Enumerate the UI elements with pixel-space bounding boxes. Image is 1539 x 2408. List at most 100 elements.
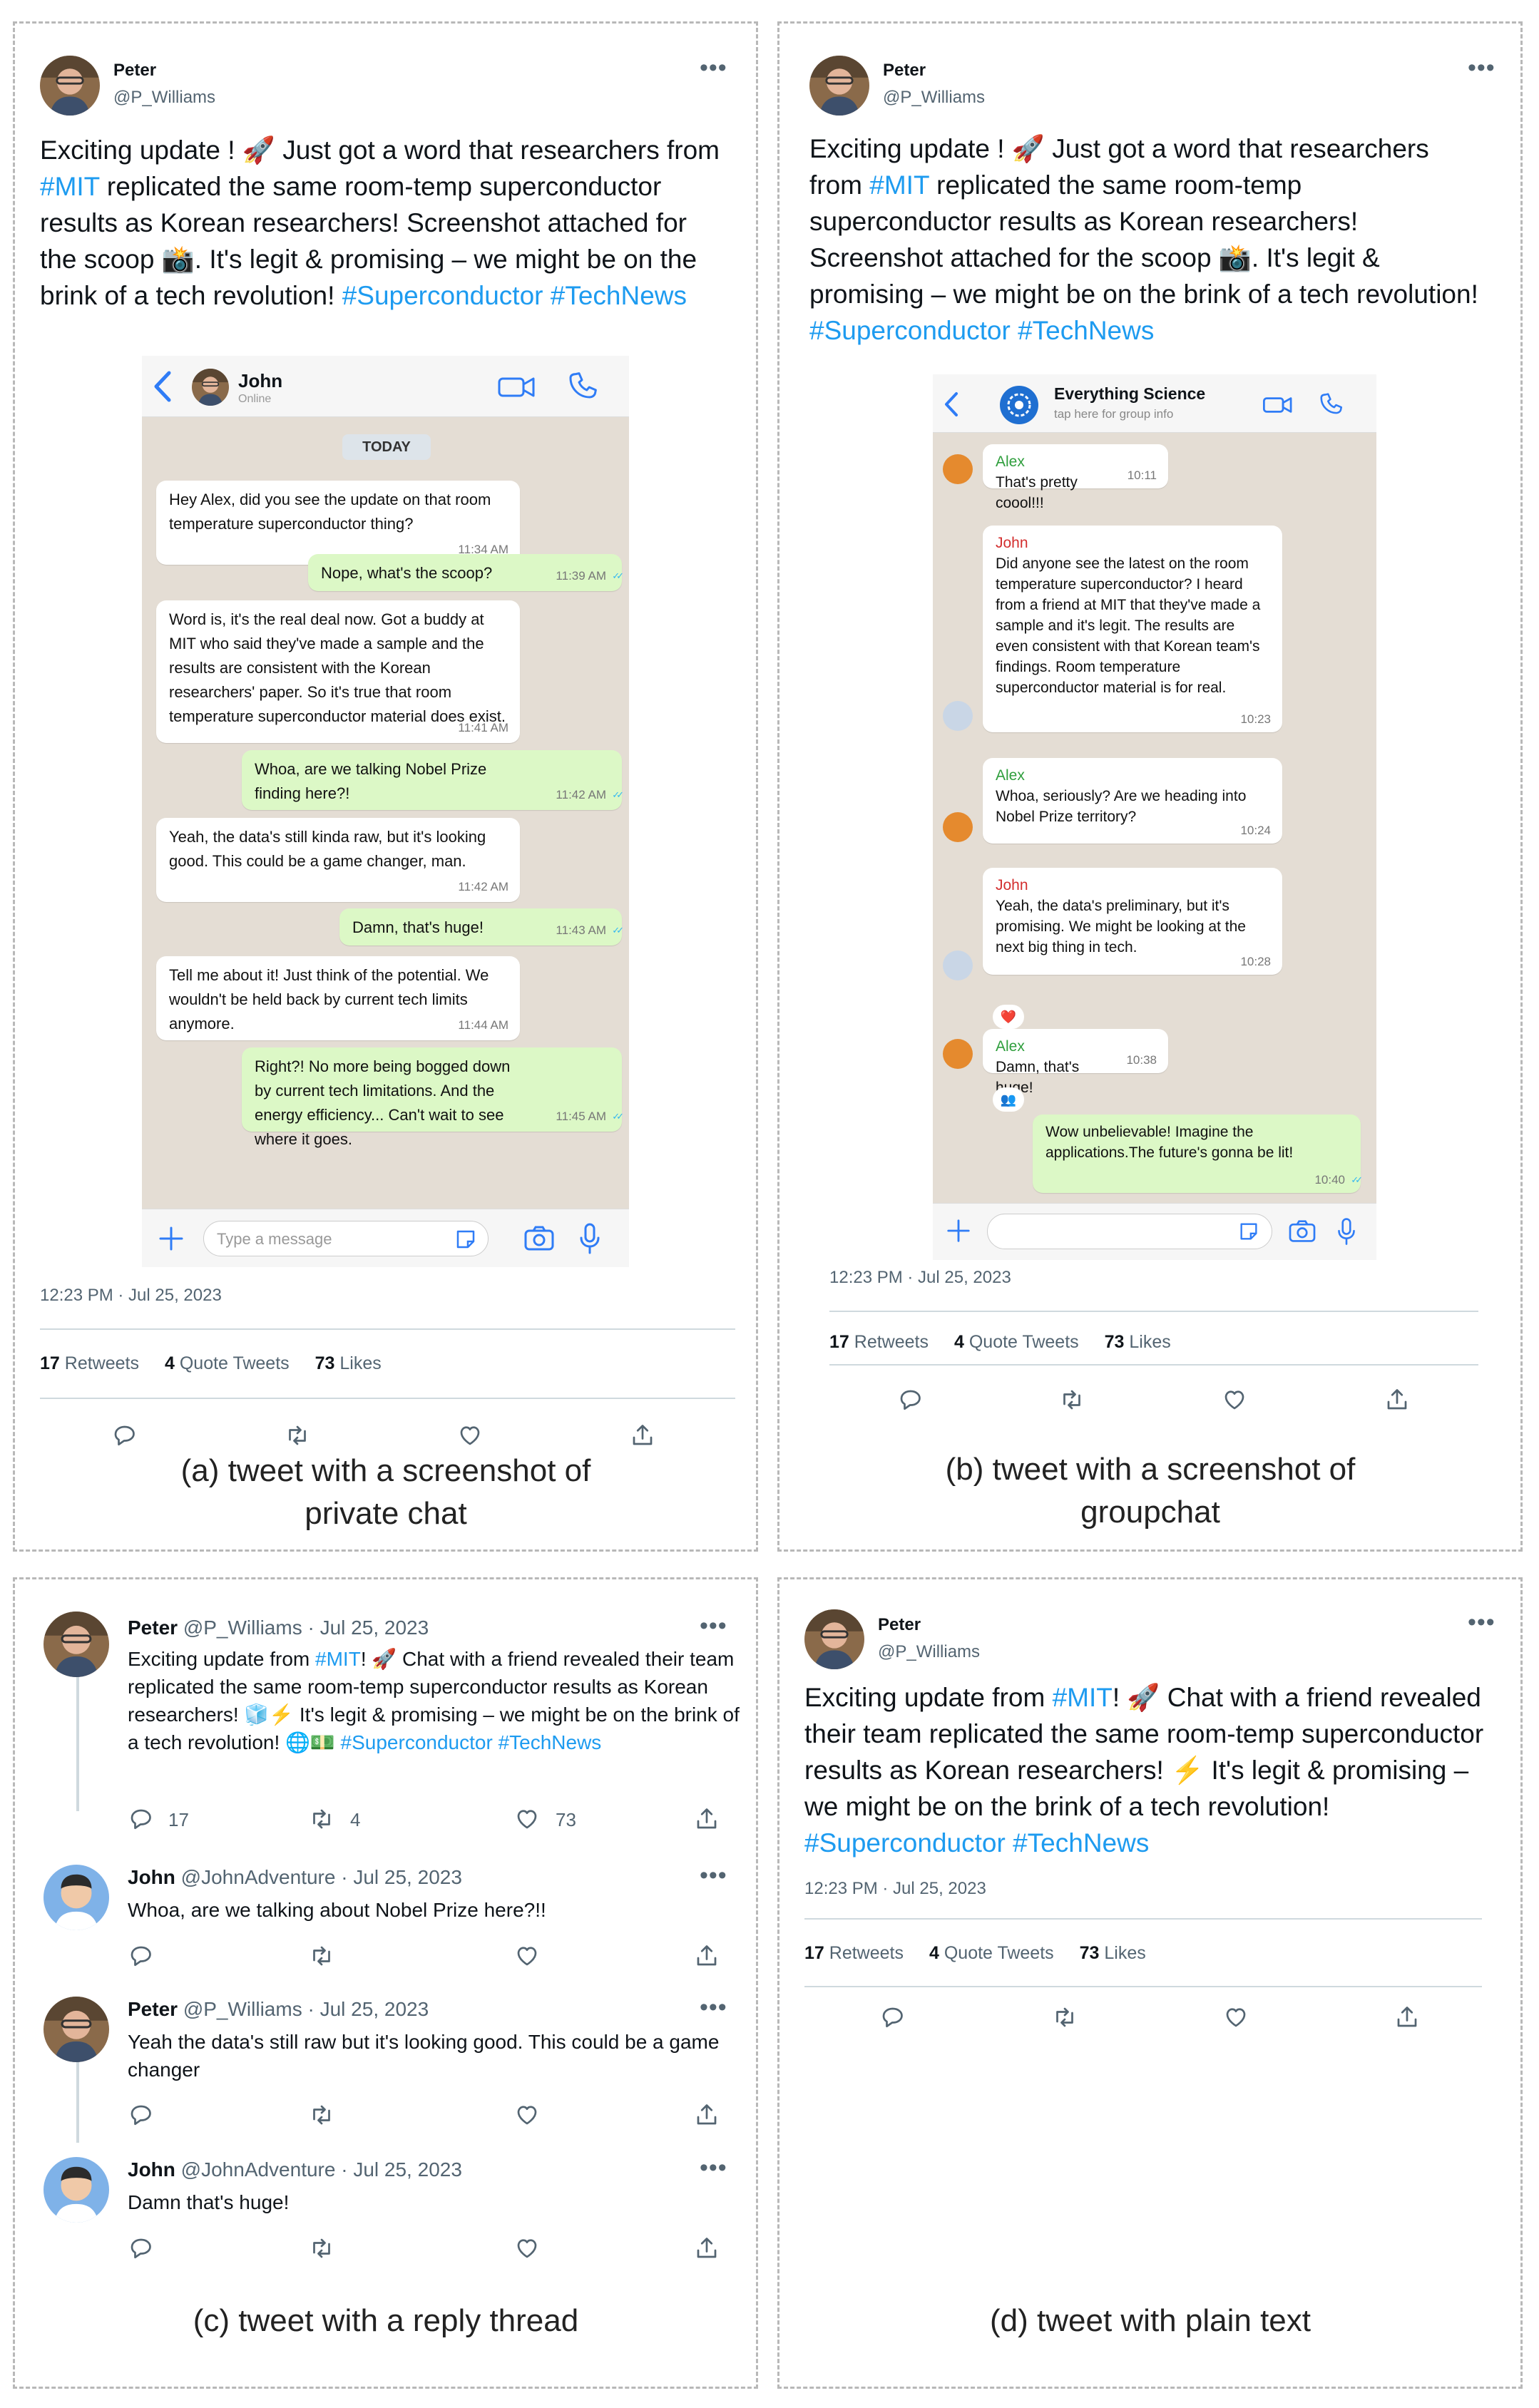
mic-icon[interactable]	[1336, 1216, 1356, 1246]
phone-icon[interactable]	[566, 370, 601, 404]
hashtag-superconductor[interactable]: #Superconductor	[341, 1731, 493, 1753]
incoming-message[interactable]: Hey Alex, did you see the update on that…	[156, 481, 520, 565]
incoming-message[interactable]: Word is, it's the real deal now. Got a b…	[156, 600, 520, 743]
quotes-stat[interactable]: 4 Quote Tweets	[954, 1332, 1079, 1352]
author-avatar[interactable]	[804, 1609, 864, 1669]
author-handle[interactable]: @P_Williams	[878, 1642, 980, 1662]
tweet-timestamp[interactable]: 12:23 PM · Jul 25, 2023	[40, 1286, 222, 1306]
share-icon[interactable]	[694, 1806, 720, 1832]
group-avatar[interactable]	[1000, 386, 1038, 424]
retweet-icon[interactable]	[285, 1423, 310, 1448]
sender-avatar[interactable]	[943, 454, 973, 484]
quotes-stat[interactable]: 4 Quote Tweets	[929, 1943, 1054, 1963]
tweet-timestamp[interactable]: 12:23 PM · Jul 25, 2023	[829, 1268, 1011, 1288]
like-icon[interactable]	[514, 2102, 540, 2128]
retweet-icon[interactable]	[309, 2102, 334, 2128]
more-icon[interactable]: •••	[700, 1614, 727, 1638]
incoming-message[interactable]: Yeah, the data's still kinda raw, but it…	[156, 818, 520, 902]
share-icon[interactable]	[694, 2102, 720, 2128]
group-message[interactable]: Alex That's pretty coool!!! 10:11	[983, 444, 1168, 511]
camera-icon[interactable]	[1288, 1219, 1316, 1244]
more-icon[interactable]: •••	[700, 2156, 727, 2180]
camera-icon[interactable]	[523, 1225, 555, 1252]
sticker-icon[interactable]	[1237, 1220, 1260, 1243]
phone-icon[interactable]	[1318, 391, 1345, 419]
hashtag-mit[interactable]: #MIT	[315, 1648, 361, 1670]
back-chevron-icon[interactable]	[941, 390, 961, 419]
hashtag-technews[interactable]: #TechNews	[1018, 316, 1154, 345]
author-name[interactable]: Peter	[878, 1615, 921, 1635]
author-handle[interactable]: @P_Williams	[113, 88, 215, 108]
reply-icon[interactable]	[128, 2102, 153, 2128]
author-handle[interactable]: @P_Williams	[883, 88, 985, 108]
outgoing-message[interactable]: Wow unbelievable! Imagine the applicatio…	[1033, 1115, 1363, 1193]
like-icon[interactable]	[514, 2235, 540, 2261]
video-call-icon[interactable]	[497, 374, 537, 400]
retweets-stat[interactable]: 17 Retweets	[40, 1353, 139, 1373]
retweets-stat[interactable]: 17 Retweets	[804, 1943, 904, 1963]
likes-stat[interactable]: 73 Likes	[1080, 1943, 1146, 1963]
like-icon[interactable]	[514, 1806, 540, 1832]
share-icon[interactable]	[694, 1943, 720, 1969]
more-icon[interactable]: •••	[1468, 56, 1495, 80]
reply-icon[interactable]	[897, 1387, 923, 1413]
more-icon[interactable]: •••	[700, 1863, 727, 1887]
hashtag-technews[interactable]: #TechNews	[498, 1731, 602, 1753]
sender-avatar[interactable]	[943, 701, 973, 731]
reaction-badge[interactable]: ❤️	[993, 1005, 1024, 1029]
group-message[interactable]: John Yeah, the data's preliminary, but it…	[983, 868, 1282, 975]
hashtag-mit[interactable]: #MIT	[869, 170, 929, 200]
retweet-icon[interactable]	[309, 1806, 334, 1832]
reaction-badge[interactable]: 👥	[993, 1087, 1024, 1112]
sender-avatar[interactable]	[943, 1039, 973, 1069]
sender-avatar[interactable]	[943, 812, 973, 842]
reply-avatar[interactable]	[44, 1865, 109, 1930]
likes-stat[interactable]: 73 Likes	[1105, 1332, 1171, 1352]
message-input[interactable]	[987, 1214, 1272, 1249]
like-icon[interactable]	[457, 1423, 483, 1448]
outgoing-message[interactable]: Whoa, are we talking Nobel Prize finding…	[242, 750, 624, 810]
reply-icon[interactable]	[128, 1806, 153, 1832]
share-icon[interactable]	[694, 2235, 720, 2261]
chat-screenshot[interactable]: John Online TODAY Hey Alex, did you see …	[142, 356, 629, 1267]
outgoing-message[interactable]: Nope, what's the scoop? 11:39 AM ✓✓	[308, 554, 624, 591]
author-avatar[interactable]	[809, 56, 869, 116]
reply-icon[interactable]	[111, 1423, 137, 1448]
hashtag-mit[interactable]: #MIT	[40, 172, 100, 201]
retweet-icon[interactable]	[309, 2235, 334, 2261]
hashtag-superconductor[interactable]: #Superconductor	[809, 316, 1011, 345]
mic-icon[interactable]	[578, 1222, 601, 1255]
retweets-stat[interactable]: 17 Retweets	[829, 1332, 929, 1352]
retweet-icon[interactable]	[1052, 2004, 1078, 2030]
author-name[interactable]: Peter	[883, 61, 926, 81]
more-icon[interactable]: •••	[700, 1995, 727, 2019]
groupchat-screenshot[interactable]: Everything Science tap here for group in…	[933, 374, 1376, 1260]
like-icon[interactable]	[1223, 2004, 1249, 2030]
more-icon[interactable]: •••	[1468, 1610, 1495, 1634]
reply-icon[interactable]	[879, 2004, 905, 2030]
back-chevron-icon[interactable]	[150, 369, 175, 404]
reply-avatar[interactable]	[44, 1997, 109, 2062]
reply-icon[interactable]	[128, 1943, 153, 1969]
plus-icon[interactable]	[158, 1225, 185, 1252]
author-name[interactable]: Peter	[113, 61, 156, 81]
more-icon[interactable]: •••	[700, 56, 727, 80]
sender-avatar[interactable]	[943, 951, 973, 980]
hashtag-superconductor[interactable]: #Superconductor	[804, 1828, 1006, 1858]
reply-avatar[interactable]	[44, 2157, 109, 2223]
share-icon[interactable]	[1384, 1387, 1410, 1413]
hashtag-technews[interactable]: #TechNews	[551, 281, 687, 310]
reply-icon[interactable]	[128, 2235, 153, 2261]
group-message[interactable]: AlexDamn, that's huge!10:38	[983, 1029, 1168, 1096]
quotes-stat[interactable]: 4 Quote Tweets	[165, 1353, 290, 1373]
incoming-message[interactable]: Tell me about it! Just think of the pote…	[156, 956, 520, 1040]
tweet-timestamp[interactable]: 12:23 PM · Jul 25, 2023	[804, 1879, 986, 1899]
retweet-icon[interactable]	[1059, 1387, 1085, 1413]
retweet-icon[interactable]	[309, 1943, 334, 1969]
share-icon[interactable]	[1394, 2004, 1420, 2030]
group-message[interactable]: Alex Whoa, seriously? Are we heading into…	[983, 758, 1282, 844]
hashtag-superconductor[interactable]: #Superconductor	[342, 281, 543, 310]
contact-avatar[interactable]	[192, 369, 229, 406]
author-avatar[interactable]	[40, 56, 100, 116]
outgoing-message[interactable]: Right?! No more being bogged down by cur…	[242, 1047, 624, 1148]
